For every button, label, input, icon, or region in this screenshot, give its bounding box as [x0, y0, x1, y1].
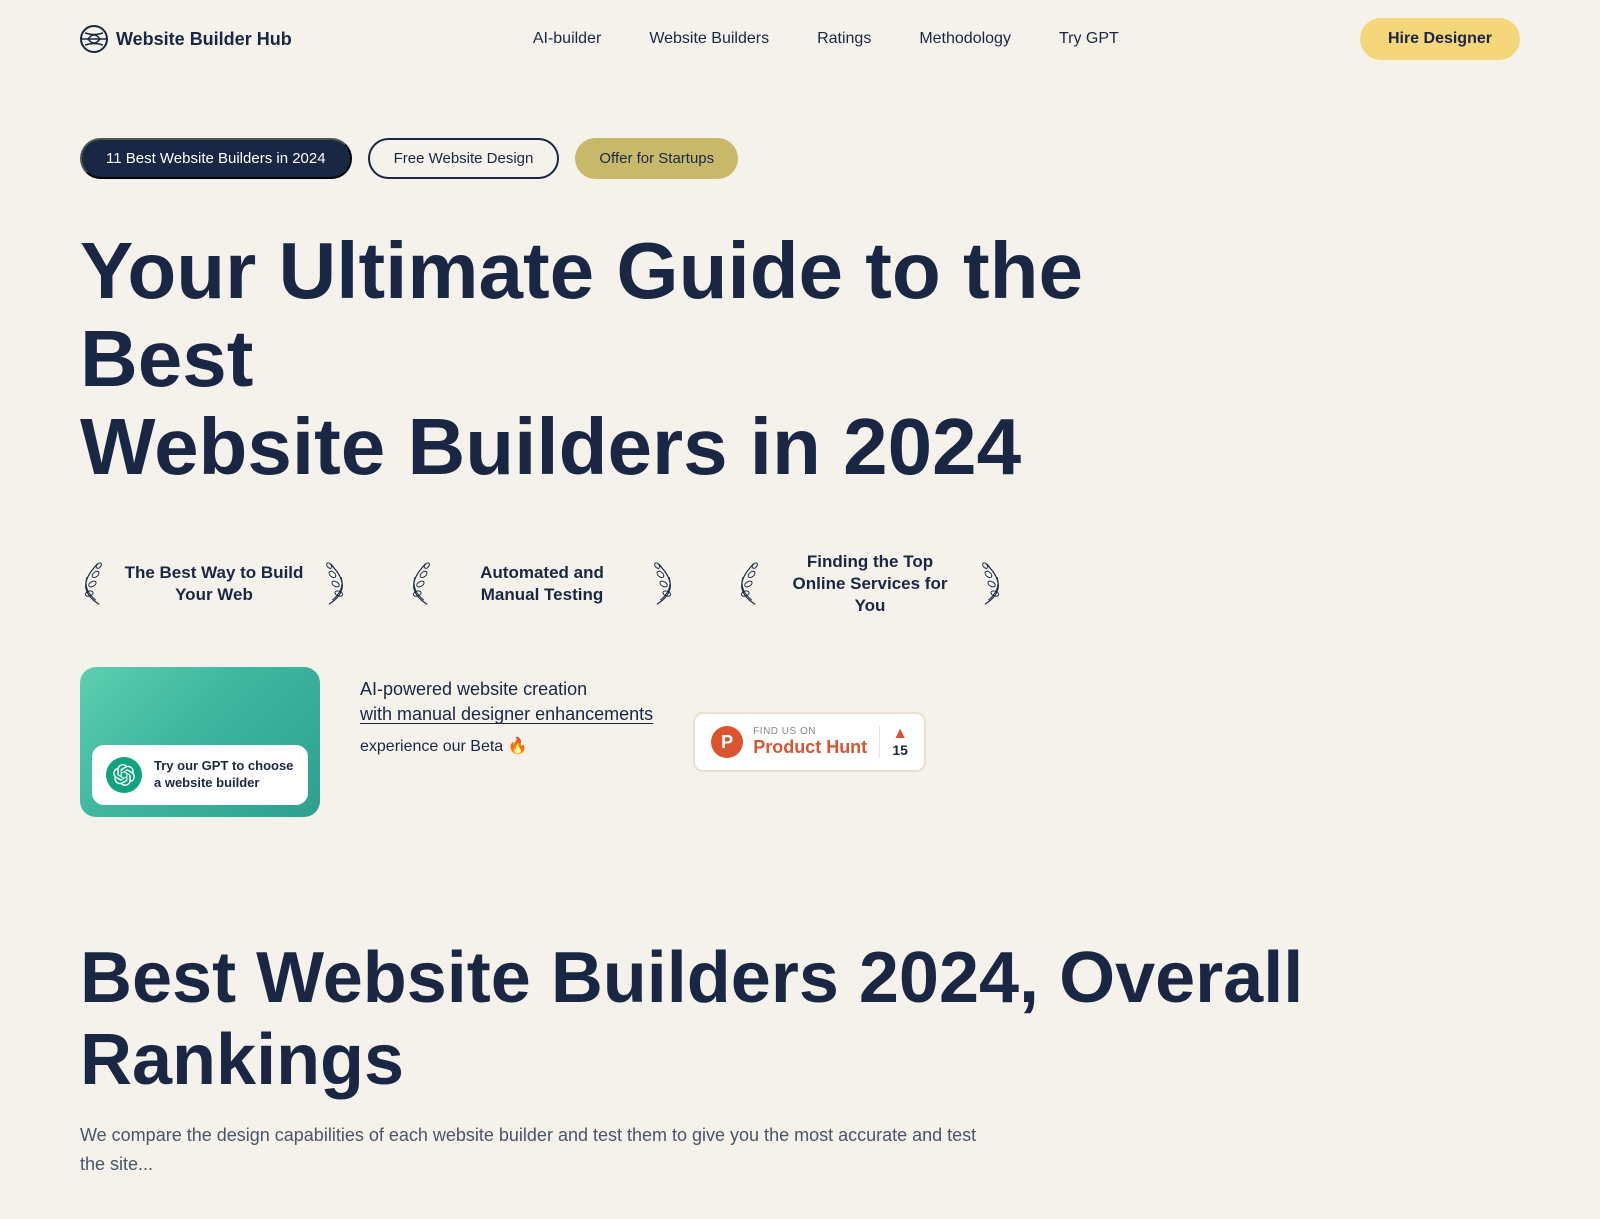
- nav-link-try-gpt[interactable]: Try GPT: [1059, 30, 1119, 48]
- nav-links: AI-builder Website Builders Ratings Meth…: [533, 30, 1119, 48]
- bottom-subtext: We compare the design capabilities of ea…: [80, 1121, 980, 1179]
- badge-best-way: The Best Way to Build Your Web: [80, 551, 408, 617]
- bottom-section: Best Website Builders 2024, Overall Rank…: [0, 857, 1600, 1219]
- hero-section: 11 Best Website Builders in 2024 Free We…: [0, 78, 1600, 857]
- tag-startups[interactable]: Offer for Startups: [575, 138, 738, 179]
- nav-link-ai-builder[interactable]: AI-builder: [533, 30, 601, 48]
- badge-text-finding-top: Finding the Top Online Services for You: [780, 551, 960, 617]
- product-hunt-find-us: FIND US ON: [753, 726, 867, 737]
- hire-designer-button[interactable]: Hire Designer: [1360, 18, 1520, 60]
- ai-text-line1: AI-powered website creation: [360, 679, 587, 699]
- product-hunt-logo: P: [711, 726, 743, 758]
- badge-finding-top: Finding the Top Online Services for You: [736, 551, 1064, 617]
- main-heading: Your Ultimate Guide to the Best Website …: [80, 227, 1180, 491]
- cards-row: Try our GPT to choose a website builder …: [80, 667, 1520, 817]
- ai-text-main: AI-powered website creation with manual …: [360, 677, 653, 727]
- logo[interactable]: Website Builder Hub: [80, 25, 292, 53]
- nav-link-ratings[interactable]: Ratings: [817, 30, 871, 48]
- ai-text-line2[interactable]: with manual designer enhancements: [360, 704, 653, 724]
- badge-automated: Automated and Manual Testing: [408, 551, 736, 617]
- nav-link-website-builders[interactable]: Website Builders: [649, 30, 769, 48]
- product-hunt-arrow-icon: ▲: [892, 726, 908, 742]
- nav-link-methodology[interactable]: Methodology: [919, 30, 1011, 48]
- product-hunt-badge[interactable]: P FIND US ON Product Hunt ▲ 15: [693, 712, 926, 772]
- gpt-card-text: Try our GPT to choose a website builder: [154, 758, 294, 792]
- gpt-card[interactable]: Try our GPT to choose a website builder: [80, 667, 320, 817]
- product-hunt-text: FIND US ON Product Hunt: [753, 726, 867, 758]
- badge-text-best-way: The Best Way to Build Your Web: [124, 562, 304, 606]
- badge-text-automated: Automated and Manual Testing: [452, 562, 632, 606]
- tag-11-best[interactable]: 11 Best Website Builders in 2024: [80, 138, 352, 179]
- tag-row: 11 Best Website Builders in 2024 Free We…: [80, 138, 1520, 179]
- tag-free-design[interactable]: Free Website Design: [368, 138, 560, 179]
- bottom-heading: Best Website Builders 2024, Overall Rank…: [80, 937, 1520, 1101]
- product-hunt-name: Product Hunt: [753, 737, 867, 758]
- product-hunt-count: ▲ 15: [879, 726, 908, 758]
- product-hunt-number: 15: [892, 742, 908, 758]
- logo-text: Website Builder Hub: [116, 29, 292, 50]
- ai-text-beta: experience our Beta 🔥: [360, 736, 653, 756]
- ai-text-block: AI-powered website creation with manual …: [360, 667, 653, 755]
- gpt-icon: [106, 757, 142, 793]
- badges-row: The Best Way to Build Your Web Automated…: [80, 551, 1520, 617]
